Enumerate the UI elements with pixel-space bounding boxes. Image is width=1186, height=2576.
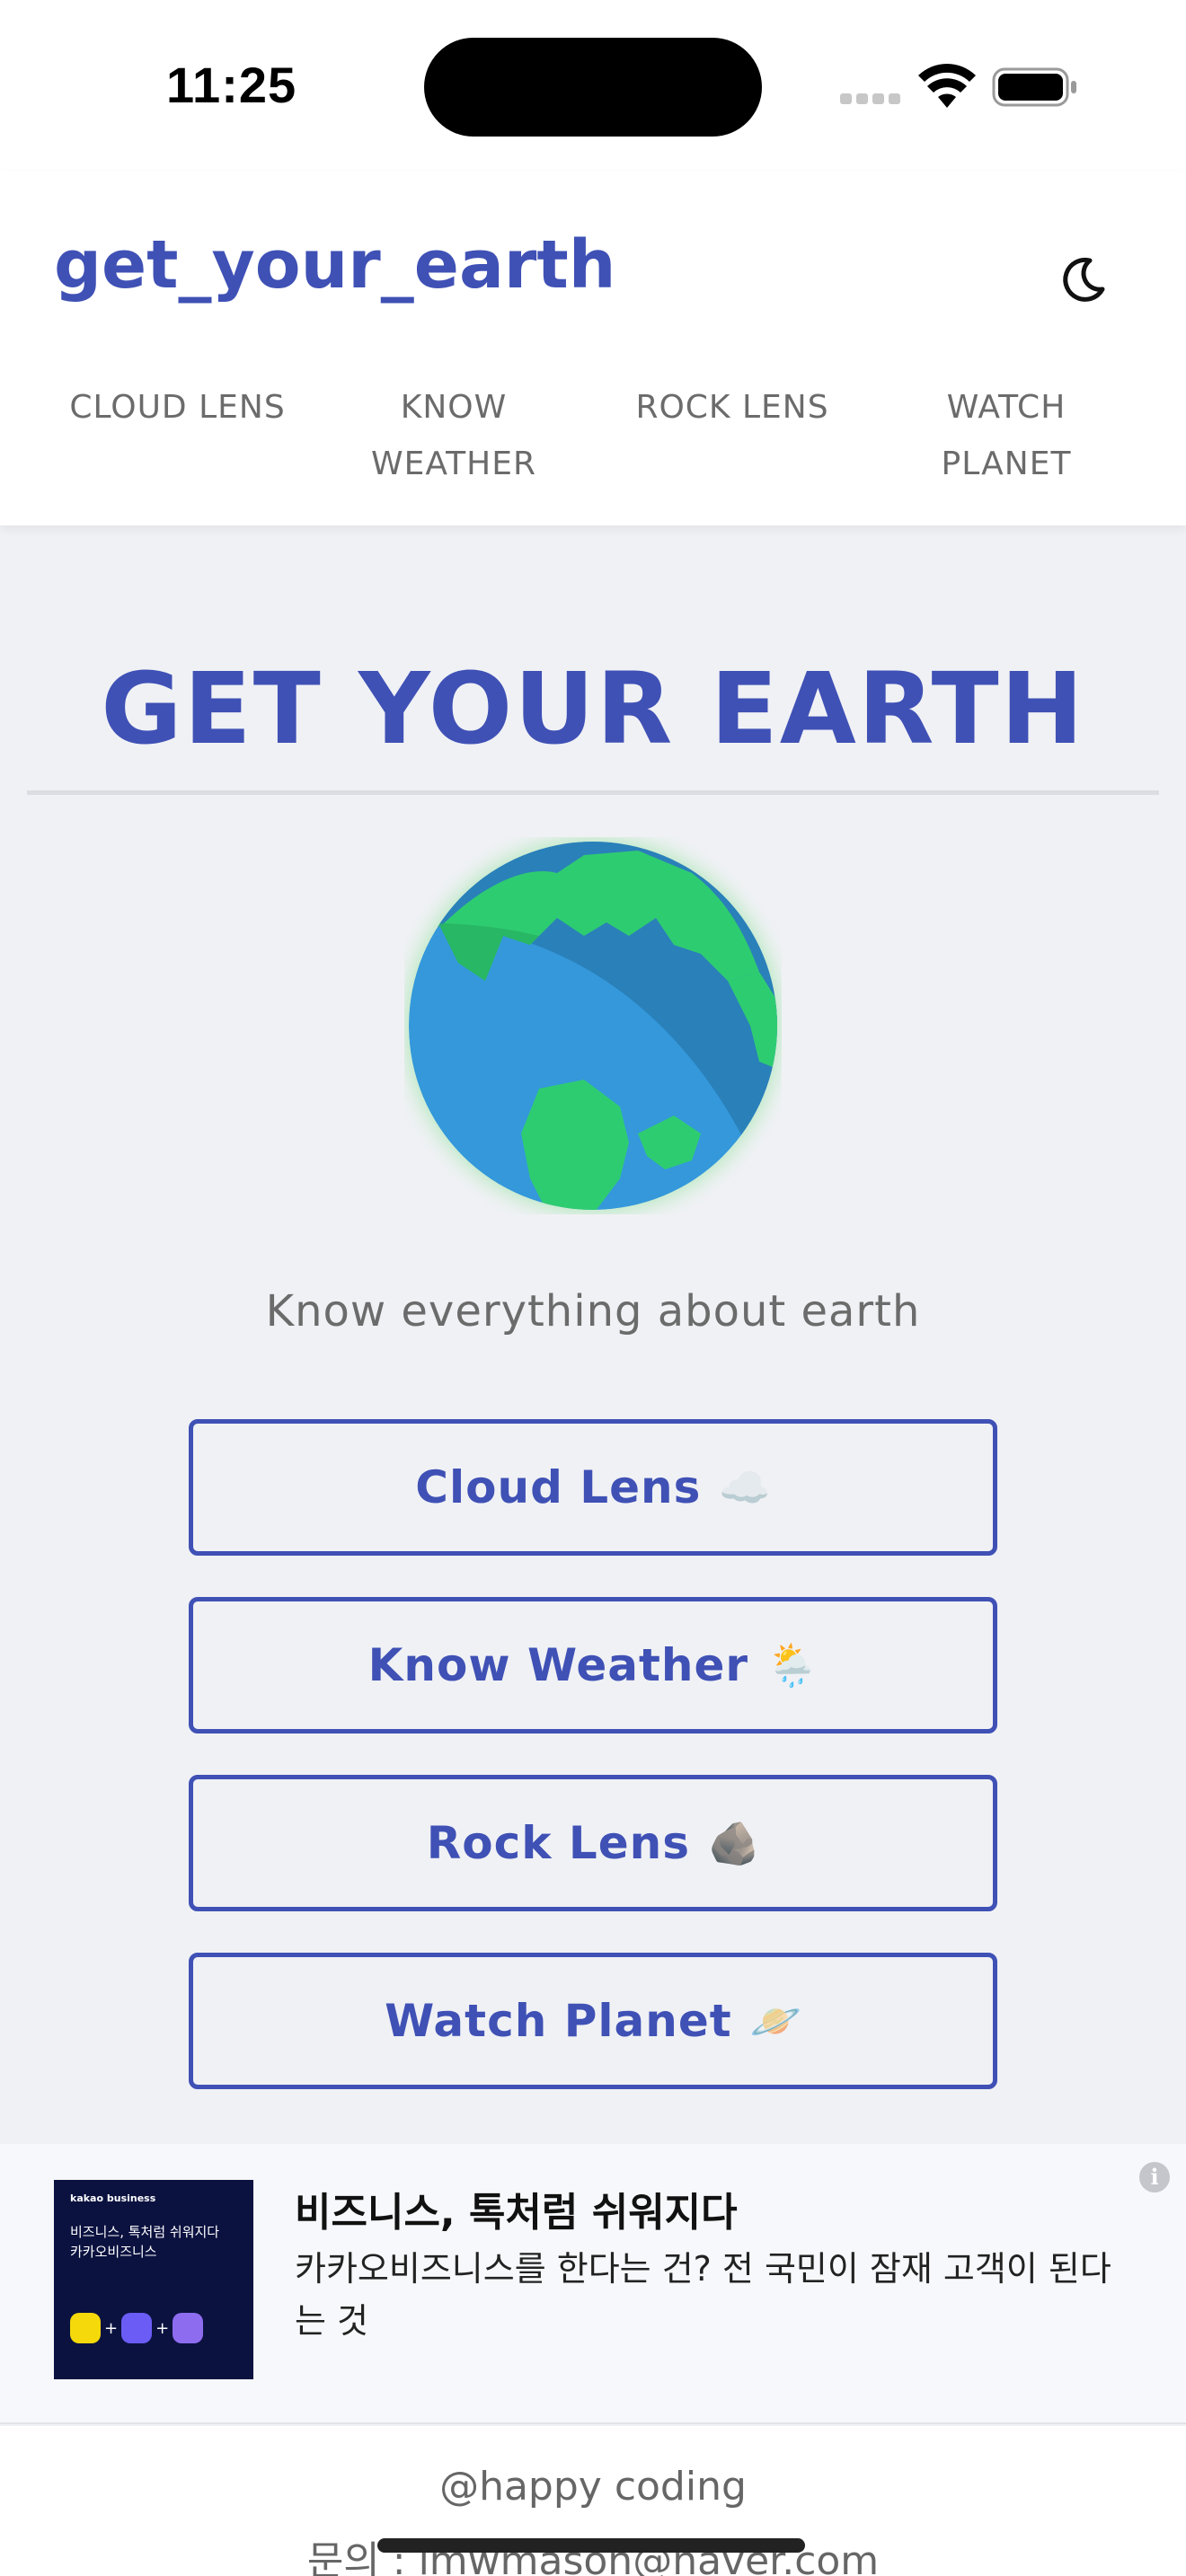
nav-label-line1: ROCK LENS (635, 389, 829, 426)
wifi-icon (918, 64, 976, 108)
footer-credit: @happy coding (439, 2464, 747, 2510)
chat-channel-icon (70, 2313, 101, 2343)
nav-label-line1: WATCH (946, 389, 1067, 426)
battery-icon (992, 67, 1076, 107)
earth-globe-icon (406, 839, 780, 1213)
site-header: get_your_earth CLOUD LENS KNOW WEATHER R… (0, 171, 1186, 525)
site-footer: @happy coding 문의 : lmwmason@naver.com (0, 2426, 1186, 2576)
page-title: GET YOUR EARTH (101, 651, 1085, 766)
nav-label-line2: PLANET (941, 446, 1072, 482)
cloud-icon: ☁️ (719, 1463, 771, 1512)
tagline: Know everything about earth (265, 1286, 921, 1337)
sun-rain-icon: 🌦️ (766, 1641, 819, 1689)
button-label: Know Weather (367, 1639, 749, 1691)
ad-thumb-line2: 카카오비즈니스 (70, 2244, 157, 2260)
info-icon[interactable]: i (1139, 2162, 1170, 2192)
button-label: Rock Lens (426, 1817, 690, 1869)
ad-banner[interactable]: kakao business 비즈니스, 톡처럼 쉬워지다 카카오비즈니스 + … (0, 2144, 1186, 2424)
status-bar: 11:25 (0, 0, 1186, 171)
nav-label-line1: CLOUD LENS (69, 389, 286, 426)
main-nav: CLOUD LENS KNOW WEATHER ROCK LENS WATCH … (0, 379, 1186, 496)
ad-thumb-line1: 비즈니스, 톡처럼 쉬워지다 (70, 2224, 220, 2240)
divider (27, 790, 1159, 795)
nav-rock-lens[interactable]: ROCK LENS (615, 379, 849, 436)
button-label: Cloud Lens (415, 1461, 702, 1513)
ad-title[interactable]: 비즈니스, 톡처럼 쉬워지다 (295, 2180, 738, 2237)
watch-planet-button[interactable]: Watch Planet 🪐 (189, 1953, 997, 2089)
ad-thumbnail[interactable]: kakao business 비즈니스, 톡처럼 쉬워지다 카카오비즈니스 + … (54, 2180, 253, 2379)
dynamic-island (424, 38, 762, 137)
ad-description: 카카오비즈니스를 한다는 건? 전 국민이 잠재 고객이 된다는 것 (295, 2249, 1111, 2341)
moon-icon[interactable] (1056, 253, 1110, 307)
nav-cloud-lens[interactable]: CLOUD LENS (54, 379, 301, 436)
nav-know-weather[interactable]: KNOW WEATHER (341, 379, 566, 492)
rock-icon: 🪨 (708, 1819, 760, 1867)
store-icon (173, 2313, 204, 2343)
nav-label-line2: WEATHER (371, 446, 536, 482)
planet-icon: 🪐 (749, 1997, 801, 2045)
cellular-signal-icon (840, 93, 901, 106)
rock-lens-button[interactable]: Rock Lens 🪨 (189, 1775, 997, 1911)
cloud-lens-button[interactable]: Cloud Lens ☁️ (189, 1419, 997, 1556)
home-indicator[interactable] (377, 2538, 805, 2553)
nav-label-line1: KNOW (400, 389, 508, 426)
button-label: Watch Planet (385, 1995, 732, 2047)
ad-thumb-brand: kakao business (70, 2192, 156, 2204)
ad-thumb-icons: + + (70, 2313, 204, 2343)
brand-logo[interactable]: get_your_earth (54, 226, 615, 304)
know-weather-button[interactable]: Know Weather 🌦️ (189, 1597, 997, 1734)
megaphone-icon (121, 2313, 153, 2343)
status-time: 11:25 (166, 57, 297, 113)
app-page: 11:25 get_your_earth CLOUD LENS KNOW WEA… (0, 0, 1186, 2576)
nav-watch-planet[interactable]: WATCH PLANET (907, 379, 1105, 492)
